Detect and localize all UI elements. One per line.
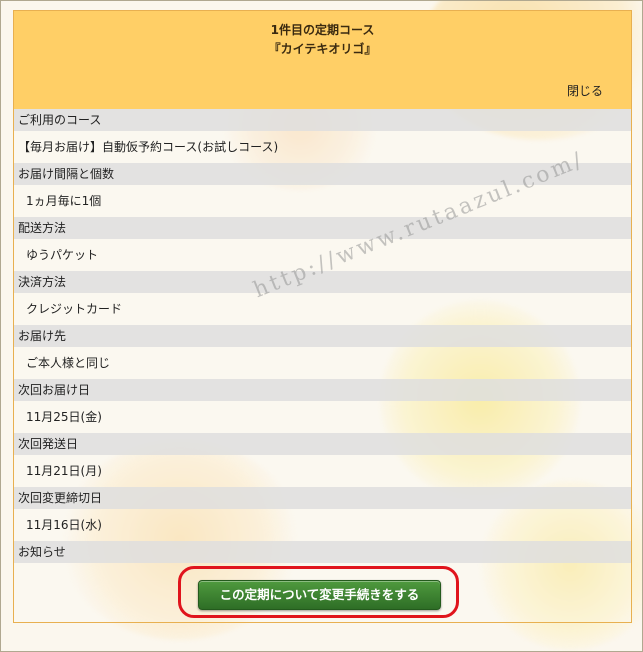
- detail-label-next-delivery: 次回お届け日: [14, 379, 631, 401]
- detail-value-payment-method: クレジットカード: [26, 302, 123, 316]
- detail-label-change-deadline: 次回変更締切日: [14, 487, 631, 509]
- change-procedure-button[interactable]: この定期について変更手続きをする: [198, 580, 441, 610]
- detail-value-destination: ご本人様と同じ: [26, 356, 111, 370]
- detail-label-shipping-method: 配送方法: [14, 217, 631, 239]
- course-detail-panel: 1件目の定期コース 『カイテキオリゴ』 閉じる ご利用のコース 【毎月お届け】自…: [13, 10, 632, 623]
- detail-value-next-ship: 11月21日(月): [26, 464, 102, 478]
- detail-label-destination: お届け先: [14, 325, 631, 347]
- detail-value-next-delivery: 11月25日(金): [26, 410, 102, 424]
- close-link[interactable]: 閉じる: [567, 82, 603, 99]
- panel-header: 1件目の定期コース 『カイテキオリゴ』 閉じる: [14, 11, 631, 109]
- detail-value-interval: 1ヵ月毎に1個: [26, 194, 102, 208]
- course-product-name: 『カイテキオリゴ』: [268, 42, 377, 56]
- detail-label-notice: お知らせ: [14, 541, 631, 563]
- course-title: 1件目の定期コース: [270, 23, 375, 37]
- detail-value-change-deadline: 11月16日(水): [26, 518, 102, 532]
- detail-label-course: ご利用のコース: [14, 109, 631, 131]
- detail-label-next-ship: 次回発送日: [14, 433, 631, 455]
- detail-value-course: 【毎月お届け】自動仮予約コース(お試しコース): [18, 140, 279, 154]
